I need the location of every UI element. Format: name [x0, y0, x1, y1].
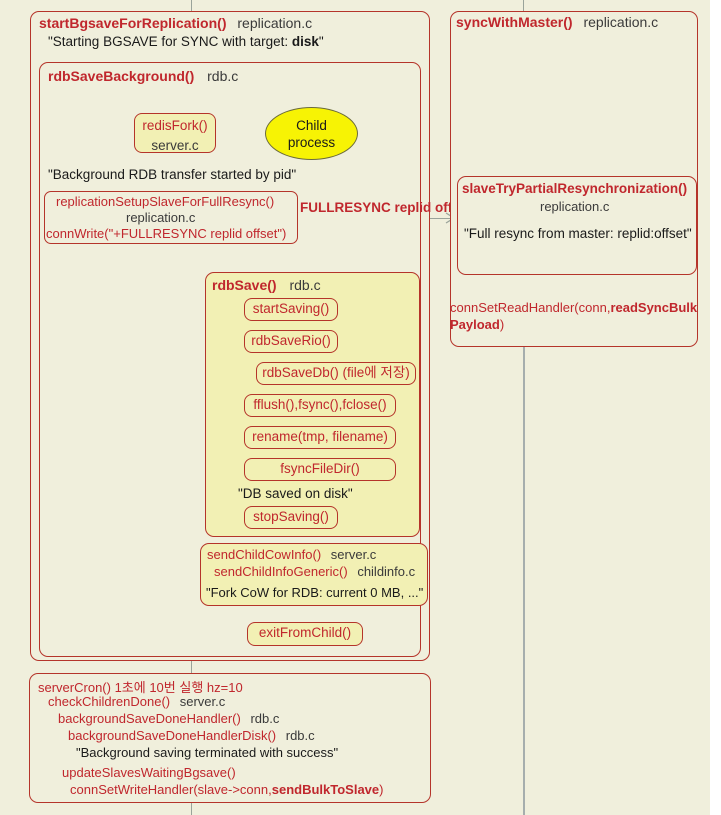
send-bulk-to-slave-fn: sendBulkToSlave [271, 782, 380, 797]
pill-start-saving: startSaving() [244, 298, 338, 321]
server-cron-line-3: backgroundSaveDoneHandlerDisk() rdb.c [68, 728, 315, 743]
connector-bottom-bottom-vertical [191, 802, 193, 815]
connector-bottom-left-vertical [191, 660, 193, 674]
pill-redis-fork: redisFork() server.c [134, 113, 216, 153]
send-child-info-generic-line: sendChildInfoGeneric() childinfo.c [214, 564, 415, 579]
setup-slave-file-text: replication.c [126, 210, 196, 225]
conn-set-read-handler-line2: Payload) [450, 317, 504, 332]
fork-cow-log: "Fork CoW for RDB: current 0 MB, ..." [206, 585, 424, 600]
server-cron-line-2: backgroundSaveDoneHandler() rdb.c [58, 711, 279, 726]
read-sync-bulk-payload-part1: readSyncBulk [610, 300, 698, 315]
connector-replica-lifeline [523, 345, 525, 815]
ellipse-child-process: Child process [265, 107, 358, 160]
start-bgsave-log: "Starting BGSAVE for SYNC with target: d… [48, 34, 324, 49]
start-bgsave-title: startBgsaveForReplication() replication.… [39, 15, 312, 31]
sync-with-master-fn: syncWithMaster() [456, 14, 573, 30]
pill-exit-from-child: exitFromChild() [247, 622, 363, 646]
background-save-done-handler-disk-file: rdb.c [285, 728, 315, 743]
setup-slave-file: replication.c [126, 210, 195, 225]
background-save-done-handler-fn: backgroundSaveDoneHandler() [58, 711, 241, 726]
server-cron-line-5: updateSlavesWaitingBgsave() [62, 765, 236, 780]
child-process-line1: Child [296, 117, 327, 133]
right-white-margin [710, 0, 721, 815]
server-cron-line-6: connSetWriteHandler(slave->conn,sendBulk… [70, 782, 383, 797]
check-children-done-file: server.c [179, 694, 226, 709]
sync-with-master-file: replication.c [583, 14, 659, 30]
child-process-line2: process [287, 134, 336, 150]
background-save-done-handler-file: rdb.c [250, 711, 280, 726]
send-child-cow-info-line1: sendChildCowInfo() server.c [207, 547, 376, 562]
pill-rdb-save-db: rdbSaveDb() (file에 저장) [256, 362, 416, 385]
full-resync-log: "Full resync from master: replid:offset" [464, 226, 692, 241]
send-child-cow-info-file: server.c [330, 547, 377, 562]
rdb-save-title: rdbSave() rdb.c [212, 277, 321, 293]
rdb-save-background-file: rdb.c [207, 68, 239, 84]
server-cron-line-1: checkChildrenDone() server.c [48, 694, 225, 709]
read-sync-bulk-payload-part2: Payload [450, 317, 500, 332]
start-bgsave-fn: startBgsaveForReplication() [39, 15, 227, 31]
slave-try-partial-resync-fn: slaveTryPartialResynchronization() [462, 181, 688, 196]
start-bgsave-log-target: disk [291, 34, 319, 49]
conn-set-write-handler-post: ) [379, 782, 384, 797]
conn-set-read-handler-post: ) [499, 317, 505, 332]
start-bgsave-log-pre: "Starting BGSAVE for SYNC with target: [48, 34, 292, 49]
pill-fsync-file-dir: fsyncFileDir() [244, 458, 396, 481]
conn-set-write-handler-pre: connSetWriteHandler(slave->conn, [70, 782, 272, 797]
pill-fflush-fsync-fclose: fflush(),fsync(),fclose() [244, 394, 396, 417]
check-children-done-fn: checkChildrenDone() [48, 694, 171, 709]
start-bgsave-file: replication.c [237, 15, 313, 31]
server-cron-line-4: "Background saving terminated with succe… [76, 745, 339, 760]
redis-fork-file: server.c [151, 138, 199, 153]
setup-slave-connwrite: connWrite("+FULLRESYNC replid offset") [46, 226, 287, 241]
send-child-info-generic-file: childinfo.c [357, 564, 416, 579]
rdb-save-file: rdb.c [289, 277, 321, 293]
setup-slave-fn: replicationSetupSlaveForFullResync() [56, 194, 275, 209]
pill-stop-saving: stopSaving() [244, 506, 338, 529]
rdb-save-fn: rdbSave() [212, 277, 277, 293]
rdb-save-background-fn: rdbSaveBackground() [48, 68, 195, 84]
fullresync-arrow-label: FULLRESYNC replid offset [300, 200, 472, 215]
send-child-cow-info-fn: sendChildCowInfo() [207, 547, 322, 562]
diagram-canvas: startBgsaveForReplication() replication.… [0, 0, 721, 815]
slave-try-partial-resync-file: replication.c [540, 199, 610, 214]
db-saved-on-disk-log: "DB saved on disk" [238, 486, 353, 501]
rdb-save-background-title: rdbSaveBackground() rdb.c [48, 68, 238, 84]
rdb-transfer-log: "Background RDB transfer started by pid" [48, 167, 297, 182]
start-bgsave-log-post: " [318, 34, 324, 49]
background-save-done-handler-disk-fn: backgroundSaveDoneHandlerDisk() [68, 728, 277, 743]
redis-fork-fn: redisFork() [142, 118, 208, 133]
pill-rdb-save-rio: rdbSaveRio() [244, 330, 338, 353]
send-child-info-generic-fn: sendChildInfoGeneric() [214, 564, 348, 579]
pill-rename-tmp-filename: rename(tmp, filename) [244, 426, 396, 449]
sync-with-master-title: syncWithMaster() replication.c [456, 14, 658, 30]
conn-set-read-handler-pre: connSetReadHandler(conn, [450, 300, 611, 315]
conn-set-read-handler-line1: connSetReadHandler(conn,readSyncBulk [450, 300, 697, 315]
